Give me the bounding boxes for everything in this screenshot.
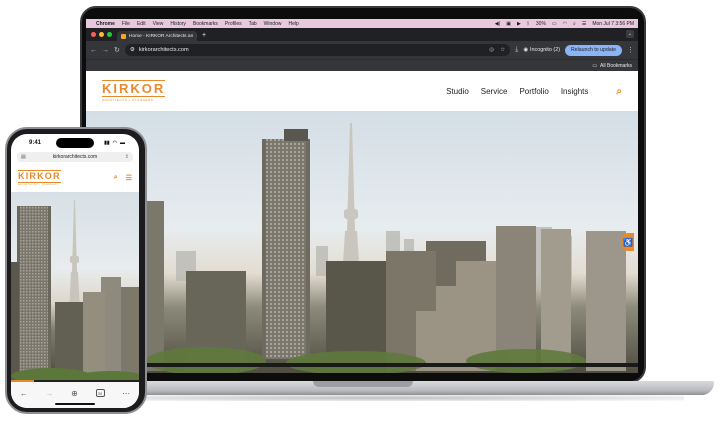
tab-search-icon[interactable]: ⌄ — [626, 30, 634, 38]
nav-studio[interactable]: Studio — [446, 87, 469, 96]
display-icon[interactable]: ▣ — [506, 21, 511, 27]
incognito-label: Incognito (2) — [530, 47, 560, 53]
phone-url: kirkorarchitects.com — [52, 154, 98, 160]
phone-status-bar: 9:41 ▮▮ ◠ ▬ — [11, 137, 139, 149]
share-icon[interactable]: ⇪ — [125, 154, 129, 160]
battery-percent[interactable]: 30% — [536, 21, 546, 27]
site-info-icon[interactable]: ⚙ — [130, 47, 135, 53]
menu-view[interactable]: View — [153, 21, 164, 27]
more-icon[interactable]: ⋯ — [122, 389, 130, 398]
hero-image: ♿ — [86, 111, 638, 373]
phone-clock: 9:41 — [29, 140, 42, 146]
site-logo[interactable]: KIRKOR ARCHITECTS + PLANNERS — [102, 80, 166, 102]
site-nav: Studio Service Portfolio Insights ⌕ — [446, 86, 622, 97]
wifi-icon[interactable]: ◠ — [563, 21, 567, 27]
battery-icon[interactable]: ▭ — [552, 21, 557, 27]
browser-toolbar: ← → ↻ ⚙ kirkorarchitects.com ◎ ☆ ⤓ ◉ Inc… — [86, 41, 638, 59]
search-icon[interactable]: ⌕ — [114, 174, 118, 182]
zoom-window-icon[interactable] — [107, 32, 112, 37]
tab-close-icon[interactable]: × — [196, 33, 197, 39]
browser-menu-icon[interactable]: ⋮ — [627, 46, 634, 54]
phone-hero-image — [11, 192, 139, 384]
forward-icon[interactable]: → — [102, 47, 109, 54]
minimize-window-icon[interactable] — [99, 32, 104, 37]
download-icon[interactable]: ⤓ — [515, 46, 518, 54]
nav-service[interactable]: Service — [481, 87, 508, 96]
incognito-icon: ◉ — [523, 47, 529, 53]
phone-site-header: KIRKOR ARCHITECTS + PLANNERS ⌕ ☰ — [11, 164, 139, 192]
phone-logo-tagline: ARCHITECTS + PLANNERS — [18, 184, 59, 186]
control-center-icon[interactable]: ☰ — [582, 21, 586, 27]
tab-title: Home - KIRKOR Architects an — [129, 33, 194, 39]
address-bar[interactable]: ⚙ kirkorarchitects.com ◎ ☆ — [124, 44, 511, 56]
menu-profiles[interactable]: Profiles — [225, 21, 242, 27]
menu-window[interactable]: Window — [264, 21, 282, 27]
skyline-illustration — [86, 123, 626, 373]
volume-icon[interactable]: ◀) — [495, 21, 501, 27]
bookmarks-bar: ▭ All Bookmarks — [86, 59, 638, 71]
incognito-eye-icon[interactable]: ◎ — [489, 47, 494, 53]
menu-help[interactable]: Help — [288, 21, 298, 27]
forward-icon[interactable]: → — [45, 389, 53, 398]
hamburger-icon[interactable]: ☰ — [126, 174, 132, 182]
laptop-screen: Chrome File Edit View History Bookmarks … — [86, 19, 638, 373]
play-icon[interactable]: ▶ — [517, 21, 521, 27]
tab-favicon-icon — [121, 33, 126, 39]
search-icon[interactable]: ⌕ — [616, 86, 622, 97]
bluetooth-icon[interactable]: ᛒ — [527, 21, 530, 27]
reader-icon[interactable]: ▤ — [21, 154, 26, 160]
mac-menubar: Chrome File Edit View History Bookmarks … — [86, 19, 638, 28]
wifi-icon: ◠ — [112, 140, 117, 146]
phone-screen: 9:41 ▮▮ ◠ ▬ ▤ kirkorarchitects.com ⇪ KIR… — [11, 134, 139, 408]
cellular-icon: ▮▮ — [104, 140, 110, 146]
menu-bookmarks[interactable]: Bookmarks — [193, 21, 218, 27]
phone-skyline-illustration — [11, 200, 139, 384]
home-indicator — [55, 403, 95, 405]
accessibility-icon[interactable]: ♿ — [622, 233, 634, 251]
menubar-status: ◀) ▣ ▶ ᛒ 30% ▭ ◠ ⌕ ☰ Mon Jul 7 3:56 PM — [495, 21, 634, 27]
new-tab-icon[interactable]: + — [202, 32, 206, 41]
menu-history[interactable]: History — [170, 21, 186, 27]
logo-tagline: ARCHITECTS + PLANNERS — [102, 98, 154, 102]
nav-insights[interactable]: Insights — [561, 87, 589, 96]
menu-edit[interactable]: Edit — [137, 21, 146, 27]
reload-icon[interactable]: ↻ — [114, 46, 120, 54]
logo-wordmark: KIRKOR — [102, 80, 166, 97]
nav-portfolio[interactable]: Portfolio — [519, 87, 548, 96]
incognito-indicator[interactable]: ◉ Incognito (2) — [523, 47, 560, 53]
spotlight-icon[interactable]: ⌕ — [573, 21, 576, 27]
phone-address-bar[interactable]: ▤ kirkorarchitects.com ⇪ — [17, 152, 133, 162]
star-icon[interactable]: ☆ — [500, 47, 505, 53]
browser-tab-strip: Home - KIRKOR Architects an × + ⌄ — [86, 28, 638, 41]
back-icon[interactable]: ← — [20, 389, 28, 398]
back-icon[interactable]: ← — [90, 47, 97, 54]
menu-file[interactable]: File — [122, 21, 130, 27]
site-header: KIRKOR ARCHITECTS + PLANNERS Studio Serv… — [86, 71, 638, 111]
phone-logo-wordmark: KIRKOR — [18, 170, 61, 183]
hero-slider-progress[interactable] — [86, 363, 638, 367]
menubar-clock[interactable]: Mon Jul 7 3:56 PM — [592, 21, 634, 27]
tabs-button[interactable]: 30 — [95, 389, 105, 397]
menu-app-name[interactable]: Chrome — [96, 21, 115, 27]
battery-icon: ▬ — [120, 140, 125, 146]
all-bookmarks-link[interactable]: All Bookmarks — [600, 63, 632, 69]
laptop-notch — [313, 381, 413, 387]
laptop-shadow — [70, 395, 684, 401]
add-icon[interactable]: ⊕ — [71, 389, 78, 398]
phone-site-logo[interactable]: KIRKOR ARCHITECTS + PLANNERS — [18, 170, 61, 186]
window-controls — [86, 32, 117, 41]
relaunch-button[interactable]: Relaunch to update — [565, 44, 622, 56]
address-bar-url: kirkorarchitects.com — [138, 47, 189, 53]
browser-tab-active[interactable]: Home - KIRKOR Architects an × — [117, 31, 197, 41]
folder-icon: ▭ — [592, 62, 598, 69]
menu-tab[interactable]: Tab — [249, 21, 257, 27]
close-window-icon[interactable] — [91, 32, 96, 37]
